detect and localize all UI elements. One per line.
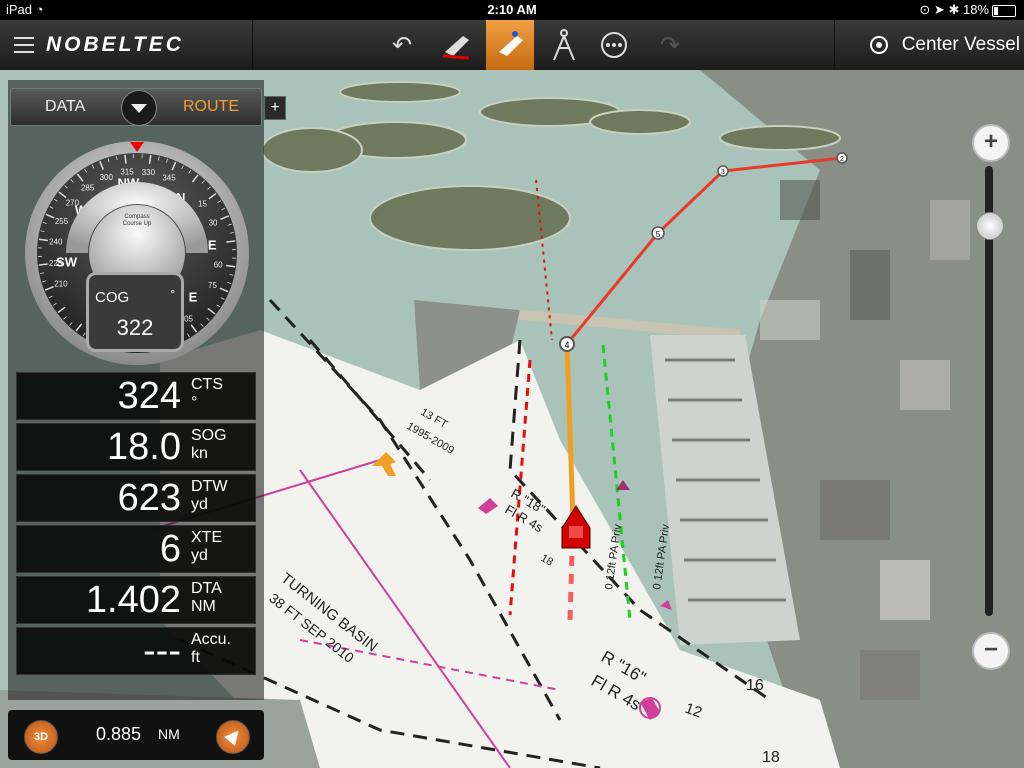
brand-logo: NOBELTEC [46, 33, 184, 56]
compass-degree-label: 330 [142, 168, 156, 177]
3d-toggle-button[interactable]: 3D [24, 720, 58, 754]
cog-unit: ° [170, 287, 175, 301]
data-row-dta[interactable]: 1.402 DTA NM [16, 576, 256, 624]
compass-mode-line1: Compass [124, 214, 149, 220]
cog-display: COG ° 322 [86, 272, 184, 352]
sog-value: 18.0 [107, 426, 181, 468]
cts-unit: ° [191, 394, 198, 411]
waypoint-number: 4 [564, 340, 569, 350]
compass-degree-label: 210 [54, 280, 68, 289]
data-route-toggle: DATA ROUTE [10, 88, 262, 126]
center-vessel-label: Center Vessel [901, 34, 1020, 55]
center-vessel-button[interactable]: Center Vessel [832, 20, 1024, 70]
route-tab[interactable]: ROUTE [183, 98, 239, 116]
compass-degree-label: 60 [214, 260, 223, 269]
compass-degree-label: 315 [120, 168, 134, 177]
dta-label: DTA [191, 580, 222, 597]
accuracy-label: Accu. [191, 631, 232, 648]
more-options-button[interactable] [590, 20, 638, 70]
compass-degree-label: 15 [198, 200, 207, 209]
route-mode-button[interactable] [486, 20, 534, 70]
compass-degree-label: 270 [66, 199, 80, 208]
dtw-label: DTW [191, 478, 228, 495]
data-row-sog[interactable]: 18.0 SOG kn [16, 423, 256, 471]
zoom-slider-handle[interactable] [976, 211, 1004, 240]
battery-percent: 18% [962, 2, 989, 17]
cog-value: 322 [116, 315, 154, 340]
compass-degree-label: 240 [49, 238, 63, 247]
data-row-dtw[interactable]: 623 DTW yd [16, 474, 256, 522]
top-toolbar: NOBELTEC ↶ ↷ Center Vessel [0, 20, 1024, 71]
chevron-down-icon[interactable] [121, 90, 157, 126]
compass-degree-label: 30 [209, 218, 218, 227]
compass-mode-line2: Course Up [123, 221, 152, 227]
dtw-value: 623 [117, 477, 181, 519]
undo-button[interactable]: ↶ [378, 20, 426, 70]
sog-unit: kn [191, 445, 208, 462]
data-row-xte[interactable]: 6 XTE yd [16, 525, 256, 573]
compass-degree-label: 345 [162, 174, 176, 183]
compass-degree-label: 300 [100, 173, 114, 182]
xte-label: XTE [191, 529, 223, 546]
vessel-track-icon [442, 36, 470, 60]
waypoint-number: 5 [656, 230, 661, 239]
data-row-accuracy[interactable]: --- Accu. ft [16, 627, 256, 675]
redo-button[interactable]: ↷ [646, 20, 694, 70]
zoom-in-button[interactable]: + [972, 124, 1010, 162]
cts-value: 324 [117, 375, 181, 417]
compass-degree-label: 285 [81, 184, 95, 193]
depth-label: 16 [746, 677, 764, 694]
scale-bar: 3D 0.885 NM [8, 710, 264, 760]
compass-degree-label: 75 [208, 281, 217, 290]
compass-degree-label: 255 [55, 217, 69, 226]
navigation-arrow-icon[interactable] [216, 720, 250, 754]
dividers-icon [553, 29, 575, 61]
accuracy-unit: ft [191, 649, 200, 666]
dta-value: 1.402 [85, 579, 181, 621]
more-icon [601, 32, 627, 58]
data-row-cts[interactable]: 324 CTS ° [16, 372, 256, 420]
status-bar: iPad ◔ 2:10 AM ⊙ ➤ ✱ 18% [0, 0, 1024, 20]
location-icon: ➤ [933, 2, 945, 17]
xte-value: 6 [159, 528, 181, 570]
dtw-unit: yd [191, 496, 208, 513]
cts-label: CTS [191, 376, 223, 393]
bluetooth-icon: ✱ [948, 2, 960, 17]
hamburger-menu-icon[interactable] [14, 37, 34, 53]
compass-cardinal-label: E [189, 290, 198, 305]
scale-unit: NM [158, 726, 180, 742]
data-tab[interactable]: DATA [45, 98, 85, 116]
depth-label: 18 [762, 749, 780, 766]
compass-degree-label: 225 [49, 259, 63, 268]
waypoint-number: 2 [840, 156, 844, 163]
lock-rotation-icon: ⊙ [919, 2, 931, 17]
zoom-out-button[interactable]: − [972, 632, 1010, 670]
waypoint-number: 3 [721, 169, 725, 176]
route-boat-icon [499, 31, 523, 56]
add-panel-button[interactable]: + [264, 96, 286, 120]
dta-unit: NM [191, 598, 216, 615]
sog-label: SOG [191, 427, 227, 444]
status-time: 2:10 AM [487, 2, 537, 17]
measure-button[interactable] [540, 20, 588, 70]
battery-icon [992, 4, 1016, 17]
vessel-track-button[interactable] [432, 20, 480, 70]
target-icon [869, 36, 888, 54]
scale-value: 0.885 [96, 724, 142, 744]
xte-unit: yd [191, 547, 208, 564]
cog-label: COG [95, 289, 130, 306]
toolbar-divider [252, 20, 253, 70]
accuracy-value: --- [143, 630, 181, 672]
